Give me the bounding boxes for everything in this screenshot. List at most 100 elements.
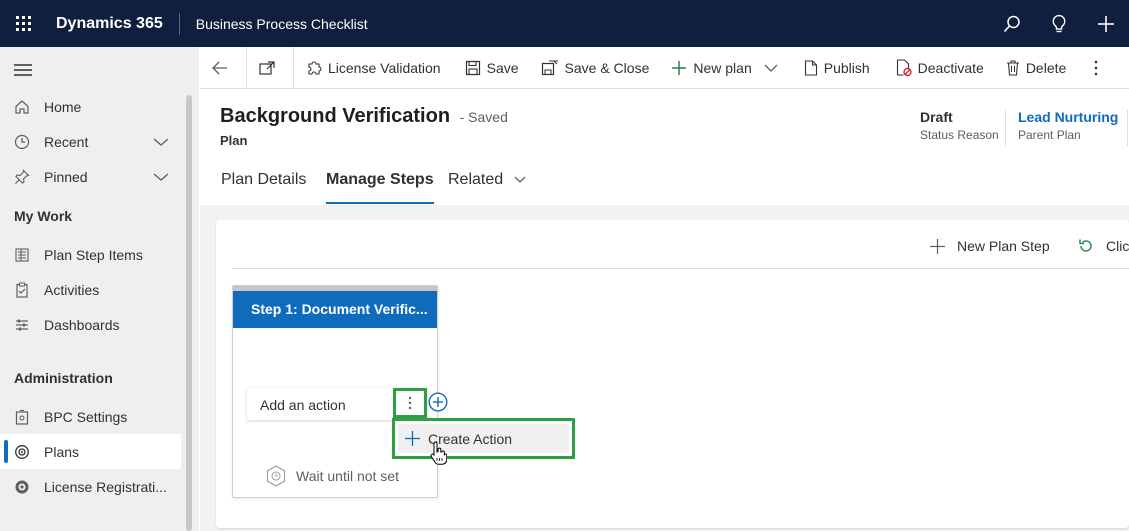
save-close-icon: [541, 59, 558, 75]
new-button[interactable]: [1082, 0, 1129, 47]
sidebar-item-label: Home: [44, 98, 82, 115]
dashboard-icon: [0, 317, 44, 333]
top-right-icons: [988, 0, 1129, 47]
sidebar-item-label: Plans: [44, 443, 80, 460]
add-action-label: Add an action: [260, 397, 346, 413]
search-button[interactable]: [988, 0, 1035, 47]
sidebar-item-bpc-settings[interactable]: BPC Settings: [0, 399, 181, 434]
save-close-label: Save & Close: [564, 59, 650, 76]
brand-name[interactable]: Dynamics 365: [46, 12, 180, 35]
sidebar-item-label: Dashboards: [44, 316, 120, 333]
record-title-text: Background Verification: [220, 105, 451, 127]
open-new-window-button[interactable]: [247, 47, 293, 89]
action-more-button[interactable]: [393, 388, 427, 418]
deactivate-button[interactable]: Deactivate: [878, 47, 992, 89]
more-commands-button[interactable]: [1074, 47, 1112, 89]
deactivate-icon: [896, 58, 912, 76]
tab-related[interactable]: Related: [448, 171, 526, 204]
sidebar-item-plan-step-items[interactable]: Plan Step Items: [0, 237, 181, 272]
add-action-circle-button[interactable]: [428, 392, 448, 415]
list-icon: [0, 247, 44, 263]
chevron-down-icon[interactable]: [153, 169, 169, 185]
sidebar-scrollbar[interactable]: [186, 95, 192, 531]
tab-related-label: Related: [448, 171, 504, 188]
step-card-title[interactable]: Step 1: Document Verific...: [233, 291, 437, 328]
create-action-menu-item[interactable]: Create Action: [398, 424, 569, 453]
clock-icon: [0, 134, 44, 150]
record-entity-name: Plan: [220, 133, 248, 148]
puzzle-icon: [308, 60, 322, 75]
license-validation-button[interactable]: License Validation: [294, 47, 449, 89]
back-arrow-icon: [212, 61, 227, 74]
sidebar-item-dashboards[interactable]: Dashboards: [0, 307, 181, 342]
plus-icon: [405, 431, 420, 446]
parent-plan-link[interactable]: Lead Nurturing: [1018, 109, 1118, 125]
app-title[interactable]: Business Process Checklist: [180, 16, 368, 32]
tab-plan-details[interactable]: Plan Details: [221, 171, 306, 204]
delete-button[interactable]: Delete: [992, 47, 1074, 89]
section-heading-my-work: My Work: [14, 208, 73, 224]
ideas-button[interactable]: [1035, 0, 1082, 47]
sidebar-item-license-registration[interactable]: License Registrati...: [0, 469, 181, 504]
plan-icon: [0, 444, 44, 460]
save-close-button[interactable]: Save & Close: [527, 47, 658, 89]
hamburger-icon: [14, 64, 32, 76]
plus-icon: [672, 60, 687, 75]
save-button[interactable]: Save: [449, 47, 527, 89]
wait-condition[interactable]: Wait until not set: [266, 465, 399, 487]
sidebar-item-label: Recent: [44, 133, 89, 150]
license-icon: [0, 479, 44, 495]
popout-icon: [259, 60, 275, 75]
sidebar-item-activities[interactable]: Activities: [0, 272, 181, 307]
app-launcher-button[interactable]: [0, 0, 46, 47]
more-vertical-icon: [408, 396, 412, 410]
timer-icon: [266, 465, 286, 487]
clone-label: Clic: [1106, 238, 1129, 254]
top-navigation-bar: Dynamics 365 Business Process Checklist: [0, 0, 1129, 47]
license-validation-label: License Validation: [328, 59, 441, 76]
save-status: - Saved: [459, 109, 508, 125]
document-icon: [804, 59, 817, 76]
panel-toolbar-divider: [232, 268, 1129, 269]
sidebar-item-label: License Registrati...: [44, 478, 167, 495]
sidebar-item-pinned[interactable]: Pinned: [0, 159, 181, 194]
new-plan-step-label: New Plan Step: [957, 238, 1050, 254]
record-title: Background Verification - Saved: [220, 105, 508, 128]
refresh-icon: [1079, 239, 1092, 252]
lightbulb-icon: [1052, 14, 1065, 32]
parent-plan-label: Parent Plan: [1018, 128, 1081, 142]
sidebar-item-plans[interactable]: Plans: [0, 434, 181, 469]
waffle-icon: [15, 16, 31, 31]
sidebar-item-home[interactable]: Home: [0, 89, 181, 124]
more-vertical-icon: [1094, 60, 1098, 75]
status-reason-label: Status Reason: [920, 128, 999, 142]
delete-label: Delete: [1025, 59, 1067, 76]
status-reason-field: Draft Status Reason: [920, 109, 999, 142]
sidebar-item-label: Plan Step Items: [44, 246, 143, 263]
tab-manage-steps[interactable]: Manage Steps: [326, 171, 434, 204]
sidebar-item-label: Pinned: [44, 168, 88, 185]
publish-label: Publish: [823, 59, 870, 76]
clone-button[interactable]: Clic: [1078, 238, 1129, 254]
plus-circle-icon: [428, 392, 448, 412]
new-plan-button[interactable]: New plan: [657, 47, 759, 89]
publish-button[interactable]: Publish: [798, 47, 878, 89]
sidebar-item-label: BPC Settings: [44, 408, 128, 425]
new-plan-step-button[interactable]: New Plan Step: [930, 238, 1050, 254]
search-icon: [1003, 15, 1020, 32]
chevron-down-icon[interactable]: [153, 134, 169, 150]
sidebar-item-recent[interactable]: Recent: [0, 124, 181, 159]
plus-icon: [930, 238, 945, 254]
settings-icon: [0, 409, 44, 425]
new-plan-dropdown[interactable]: [760, 47, 798, 89]
chevron-down-icon: [764, 64, 778, 72]
hamburger-button[interactable]: [14, 63, 32, 79]
pin-icon: [0, 168, 44, 185]
section-heading-administration: Administration: [14, 370, 113, 386]
new-plan-label: New plan: [693, 59, 752, 76]
back-button[interactable]: [200, 47, 246, 89]
trash-icon: [1006, 59, 1019, 76]
divider: [1127, 110, 1128, 146]
sidebar-item-label: Activities: [44, 281, 100, 298]
plus-icon: [1097, 15, 1114, 32]
